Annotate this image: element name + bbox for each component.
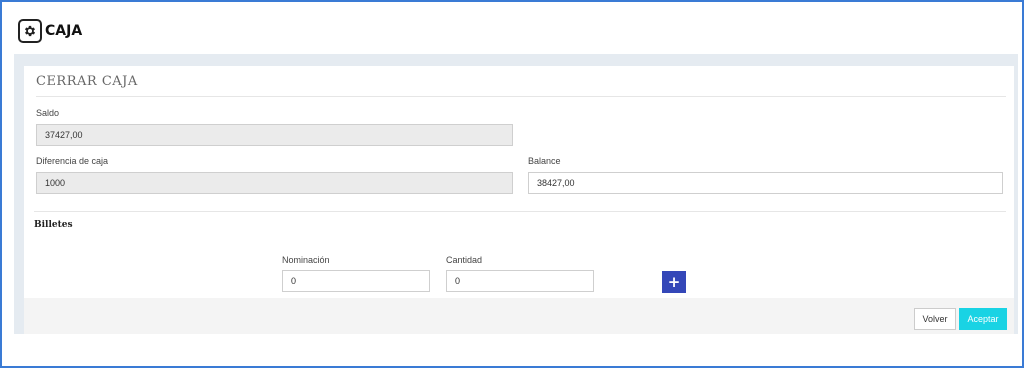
nominacion-field[interactable]: 0 — [282, 270, 430, 292]
aceptar-button[interactable]: Aceptar — [959, 308, 1007, 330]
page-header: CAJA — [18, 19, 82, 43]
saldo-field[interactable]: 37427,00 — [36, 124, 513, 146]
diferencia-field[interactable]: 1000 — [36, 172, 513, 194]
saldo-label: Saldo — [36, 108, 60, 118]
cantidad-label: Cantidad — [446, 255, 483, 265]
panel-footer: Volver Aceptar — [24, 298, 1014, 334]
cerrar-caja-panel: CERRAR CAJA Saldo 37427,00 Diferencia de… — [24, 66, 1014, 298]
balance-field[interactable]: 38427,00 — [528, 172, 1003, 194]
balance-label: Balance — [528, 156, 561, 166]
section-divider — [34, 211, 1006, 212]
diferencia-label: Diferencia de caja — [36, 156, 109, 166]
gear-icon-glyph — [24, 25, 36, 37]
nominacion-label: Nominación — [282, 255, 330, 265]
volver-button[interactable]: Volver — [914, 308, 956, 330]
gear-icon — [18, 19, 42, 43]
title-divider — [36, 96, 1006, 97]
billetes-title: Billetes — [34, 220, 73, 230]
panel-title: CERRAR CAJA — [36, 74, 138, 89]
window-frame: CAJA CERRAR CAJA Saldo 37427,00 Diferenc… — [0, 0, 1024, 368]
content-area: CERRAR CAJA Saldo 37427,00 Diferencia de… — [14, 54, 1018, 334]
page-title: CAJA — [45, 23, 83, 39]
add-billete-button[interactable]: + — [662, 271, 686, 293]
cantidad-field[interactable]: 0 — [446, 270, 594, 292]
